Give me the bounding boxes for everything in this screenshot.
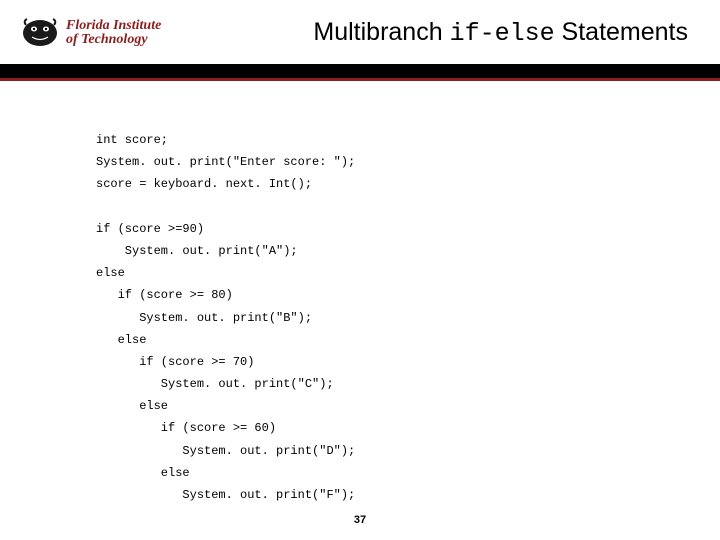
- code-block: int score; System. out. print("Enter sco…: [0, 81, 720, 506]
- slide-title: Multibranch if-else Statements: [161, 18, 700, 48]
- header-bar-dark: [0, 64, 720, 78]
- panther-icon: [20, 15, 60, 51]
- logo-text-line2: of Technology: [66, 33, 161, 47]
- title-code: if-else: [450, 19, 555, 48]
- page-number: 37: [0, 514, 720, 526]
- slide-header: Florida Institute of Technology Multibra…: [0, 0, 720, 64]
- institution-name: Florida Institute of Technology: [66, 19, 161, 47]
- institution-logo: Florida Institute of Technology: [20, 15, 161, 51]
- title-prefix: Multibranch: [313, 18, 449, 46]
- title-suffix: Statements: [555, 18, 688, 46]
- logo-text-line1: Florida Institute: [66, 19, 161, 33]
